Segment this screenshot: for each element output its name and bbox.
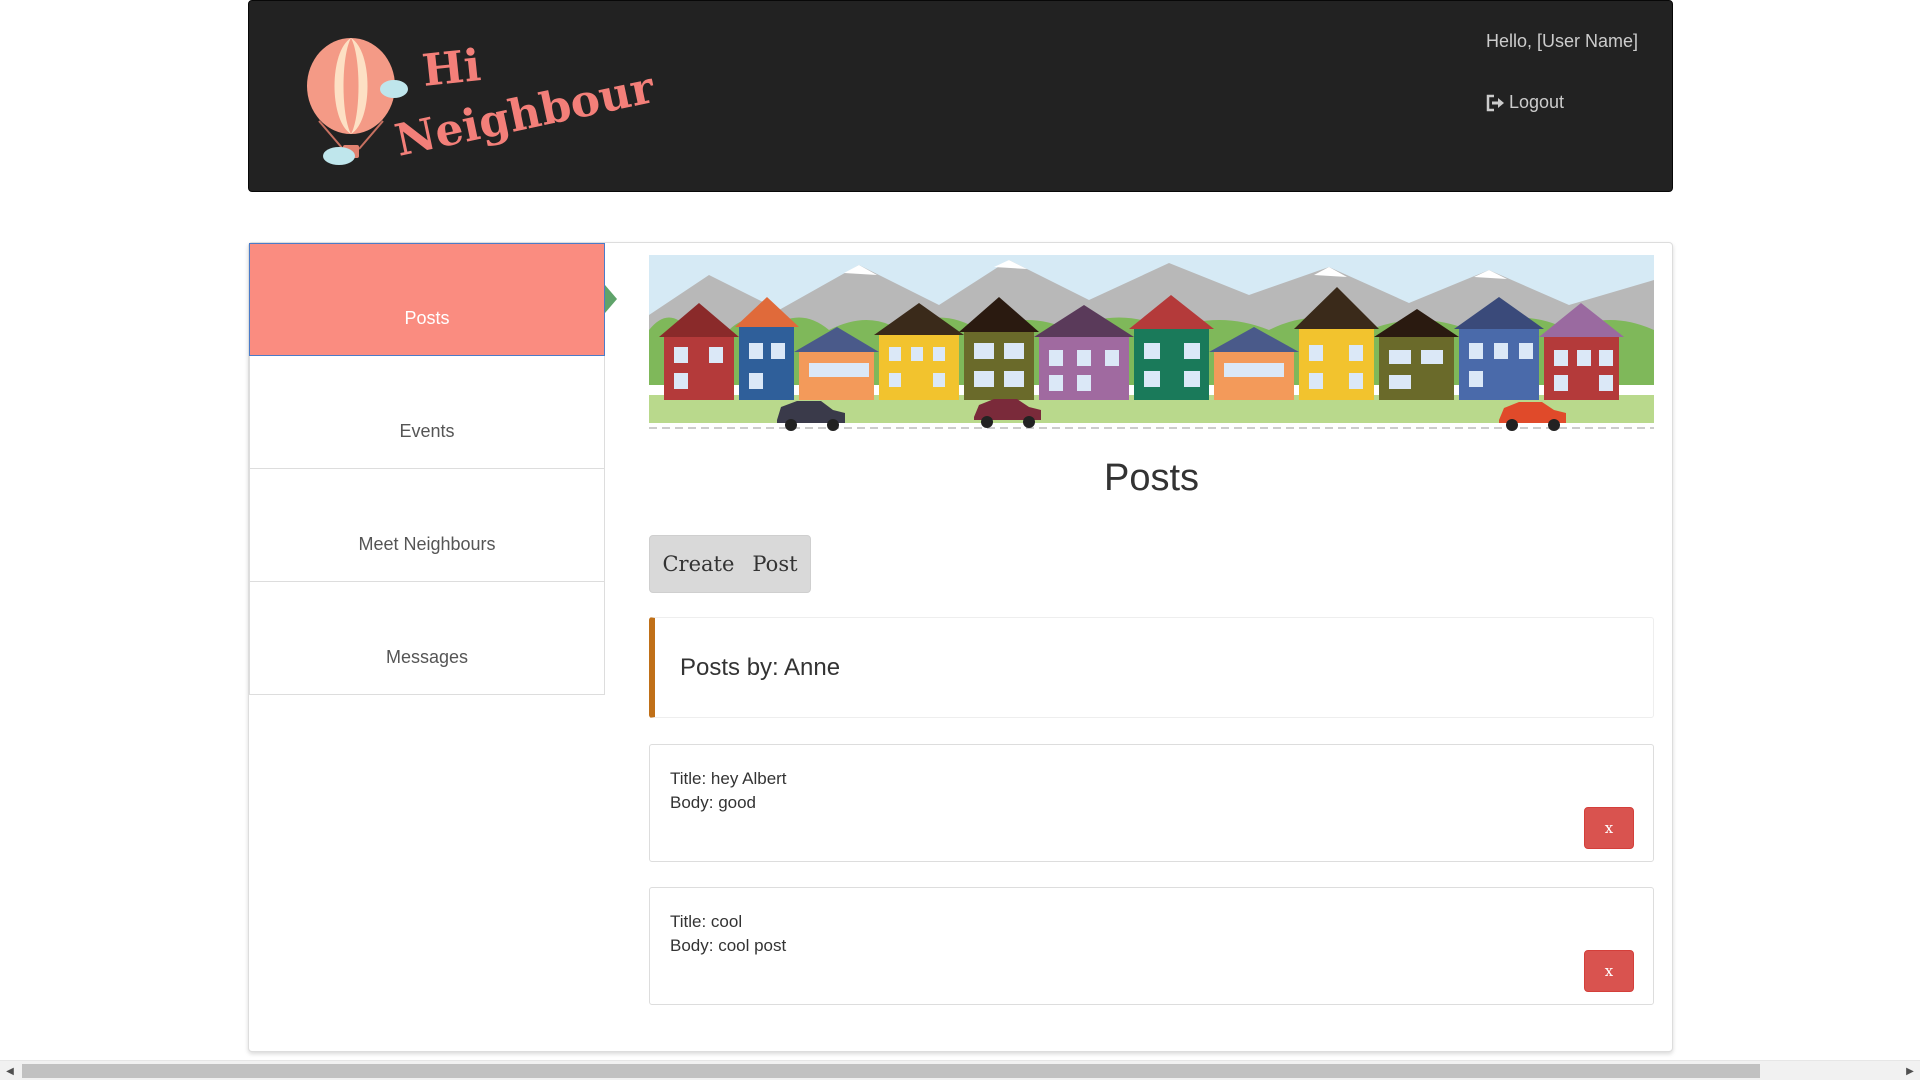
- logout-icon: [1485, 94, 1505, 112]
- post-card: Title: cool Body: cool post x: [649, 887, 1654, 1005]
- sidebar-item-label: Meet Neighbours: [358, 534, 496, 554]
- sidebar-nav: Posts Events Meet Neighbours Messages: [249, 243, 605, 695]
- sidebar-item-meet-neighbours[interactable]: Meet Neighbours: [249, 469, 605, 582]
- posts-by-heading: Posts by: Anne: [649, 617, 1654, 718]
- sidebar-item-label: Posts: [404, 308, 450, 328]
- sidebar-item-label: Events: [399, 421, 455, 441]
- user-greeting: Hello, [User Name]: [1485, 31, 1638, 51]
- active-indicator-arrow: [605, 285, 617, 313]
- create-post-label-word2: Post: [752, 552, 798, 576]
- main-panel: Posts Events Meet Neighbours Messages Po…: [248, 242, 1673, 1052]
- post-title: Title: hey Albert: [670, 769, 787, 788]
- posts-by-text: Posts by: Anne: [680, 653, 841, 681]
- scroll-left-arrow-icon[interactable]: ◀: [0, 1061, 20, 1081]
- sidebar-item-events[interactable]: Events: [249, 356, 605, 469]
- scrollbar-thumb[interactable]: [22, 1064, 1760, 1078]
- post-body: Body: cool post: [670, 936, 787, 955]
- hi-neighbour-logo[interactable]: Hi Neighbour: [299, 31, 679, 176]
- post-card: Title: hey Albert Body: good x: [649, 744, 1654, 862]
- sidebar-item-label: Messages: [385, 647, 469, 667]
- logout-link[interactable]: Logout: [1485, 92, 1564, 113]
- sidebar-item-posts[interactable]: Posts: [249, 243, 605, 356]
- horizontal-scrollbar[interactable]: ◀ ▶: [0, 1060, 1920, 1080]
- content-area: Posts Create Post Posts by: Anne Title: …: [649, 255, 1654, 1005]
- top-navbar: Hi Neighbour Hello, [User Name] Logout: [248, 0, 1673, 192]
- page-title: Posts: [1103, 457, 1200, 499]
- scroll-right-arrow-icon[interactable]: ▶: [1900, 1061, 1920, 1081]
- neighbourhood-banner-image: [649, 255, 1654, 435]
- delete-post-button[interactable]: x: [1584, 807, 1634, 849]
- logout-label: Logout: [1509, 92, 1565, 112]
- create-post-button[interactable]: Create Post: [649, 535, 811, 593]
- post-body: Body: good: [670, 793, 757, 812]
- create-post-label-word1: Create: [662, 552, 735, 576]
- sidebar-item-messages[interactable]: Messages: [249, 582, 605, 695]
- post-title: Title: cool: [670, 912, 743, 931]
- delete-post-button[interactable]: x: [1584, 950, 1634, 992]
- svg-text:Hi: Hi: [420, 40, 483, 97]
